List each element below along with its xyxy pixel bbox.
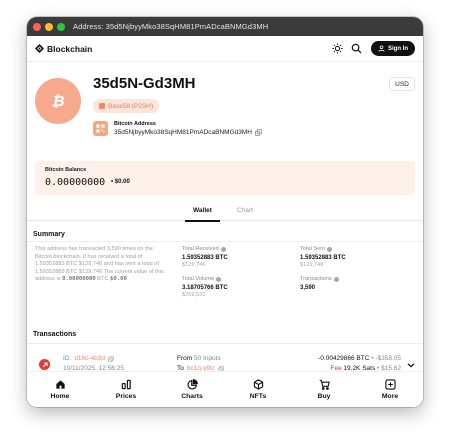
- buy-icon: [319, 379, 330, 390]
- page-title: 35d5N-Gd3MH: [93, 75, 196, 92]
- title-bar: Address: 35d5NjbyyMko38SqHM81PmADcaBNMGd…: [27, 17, 423, 36]
- summary-text-mid: BTC: [95, 276, 111, 283]
- stat-usd: $259,532: [182, 292, 206, 298]
- address-header: ₿ 35d5N-Gd3MH USD Base58 (P2SH) Bitcoin …: [27, 62, 423, 162]
- prices-icon: [121, 379, 131, 390]
- copy-txid-icon[interactable]: [108, 355, 114, 362]
- brand-name: Blockchain: [47, 43, 93, 54]
- sent-arrow-icon: [39, 359, 50, 370]
- tab-wallet[interactable]: Wallet: [185, 207, 220, 222]
- divider: [27, 343, 423, 344]
- nfts-icon: [253, 379, 263, 390]
- nav-home[interactable]: Home: [27, 372, 93, 407]
- stat-value: 3.18705766 BTC: [182, 285, 228, 291]
- stat-label: Total Sent: [300, 246, 325, 252]
- stat-label: Total Volume: [182, 276, 215, 282]
- nav-buy[interactable]: Buy: [291, 372, 357, 407]
- address-info: Bitcoin Address 35d5NjbyyMko38SqHM81PmAD…: [93, 121, 262, 136]
- stat-usd: $129,746: [182, 262, 206, 268]
- charts-icon: [186, 379, 198, 390]
- tx-from-label: From: [177, 355, 193, 362]
- transactions-heading: Transactions: [33, 331, 77, 338]
- bitcoin-icon: ₿: [35, 78, 81, 124]
- bitcoin-symbol: ₿: [51, 92, 65, 110]
- summary-text-value: 0.00000000: [62, 276, 96, 283]
- stat-transactions: Transactions 3,590: [300, 276, 339, 291]
- address-type-label: Base58 (P2SH): [108, 102, 154, 110]
- nav-label: NFTs: [249, 393, 267, 400]
- brand-logo[interactable]: Blockchain: [35, 44, 92, 54]
- bottom-navigation: Home Prices Charts NFTs Buy More: [27, 371, 423, 407]
- more-icon: [384, 379, 396, 390]
- nav-nfts[interactable]: NFTs: [225, 372, 291, 407]
- tx-id-link[interactable]: d16c-4b3d: [74, 355, 105, 362]
- maximize-window-button[interactable]: [57, 22, 65, 31]
- info-icon[interactable]: [333, 276, 339, 282]
- info-icon[interactable]: [326, 246, 332, 252]
- address-value: 35d5NjbyyMko38SqHM81PmADcaBNMGd3MH: [114, 129, 252, 136]
- nav-label: Buy: [317, 393, 331, 400]
- user-icon: [378, 45, 385, 52]
- divider: [27, 241, 423, 242]
- balance-label: Bitcoin Balance: [45, 167, 87, 173]
- balance-usd: • $0.00: [111, 179, 130, 185]
- stat-total-volume: Total Volume 3.18705766 BTC $259,532: [182, 276, 228, 298]
- badge-icon: [99, 103, 105, 109]
- summary-text-usd: $0.00: [110, 276, 127, 283]
- top-navbar: Blockchain Sign In: [27, 36, 423, 62]
- nav-prices[interactable]: Prices: [93, 372, 159, 407]
- stat-usd: $129,746: [300, 262, 324, 268]
- nav-label: Prices: [115, 393, 137, 400]
- blockchain-logo-icon: [35, 44, 44, 53]
- tx-amount: -0.00429866 BTC: [318, 355, 370, 362]
- nav-more[interactable]: More: [357, 372, 423, 407]
- address-qr-icon[interactable]: [93, 121, 108, 136]
- summary-description: This address has transacted 3,590 times …: [35, 246, 169, 284]
- sign-in-button[interactable]: Sign In: [371, 41, 415, 56]
- tab-chart[interactable]: Chart: [237, 207, 253, 214]
- stat-total-received: Total Received 1.59352883 BTC $129,746: [182, 246, 228, 268]
- stat-label: Total Received: [182, 246, 219, 252]
- chevron-down-icon[interactable]: [407, 361, 415, 369]
- nav-label: Home: [50, 393, 70, 400]
- theme-toggle-icon[interactable]: [332, 43, 343, 54]
- sign-in-label: Sign In: [388, 45, 408, 52]
- summary-heading: Summary: [33, 231, 65, 238]
- minimize-window-button[interactable]: [45, 22, 53, 31]
- nav-label: More: [381, 393, 399, 400]
- stat-total-sent: Total Sent 1.59352883 BTC $129,746: [300, 246, 346, 268]
- stat-label: Transactions: [300, 276, 332, 282]
- search-icon[interactable]: [351, 43, 362, 54]
- address-label: Bitcoin Address: [114, 121, 156, 127]
- nav-charts[interactable]: Charts: [159, 372, 225, 407]
- address-type-badge: Base58 (P2SH): [93, 99, 160, 113]
- tx-id-label: ID:: [63, 355, 72, 362]
- nav-label: Charts: [181, 393, 203, 400]
- info-icon[interactable]: [216, 276, 222, 282]
- home-icon: [55, 380, 65, 389]
- view-tabs: Wallet Chart: [27, 203, 423, 222]
- tx-amount-usd: • -$358.05: [371, 355, 401, 362]
- balance-btc: 0.00000000: [45, 177, 106, 188]
- balance-card: Bitcoin Balance 0.00000000 • $0.00: [35, 161, 415, 195]
- copy-address-icon[interactable]: [255, 129, 262, 136]
- close-window-button[interactable]: [33, 22, 41, 31]
- currency-selector[interactable]: USD: [389, 77, 415, 91]
- stat-value: 1.59352883 BTC: [182, 255, 228, 261]
- browser-window: Address: 35d5NjbyyMko38SqHM81PmADcaBNMGd…: [27, 17, 423, 407]
- stat-value: 3,590: [300, 285, 316, 291]
- stat-value: 1.59352883 BTC: [300, 255, 346, 261]
- tx-from-value: 50 Inputs: [193, 355, 221, 362]
- info-icon[interactable]: [220, 246, 226, 252]
- window-title: Address: 35d5NjbyyMko38SqHM81PmADcaBNMGd…: [73, 22, 269, 31]
